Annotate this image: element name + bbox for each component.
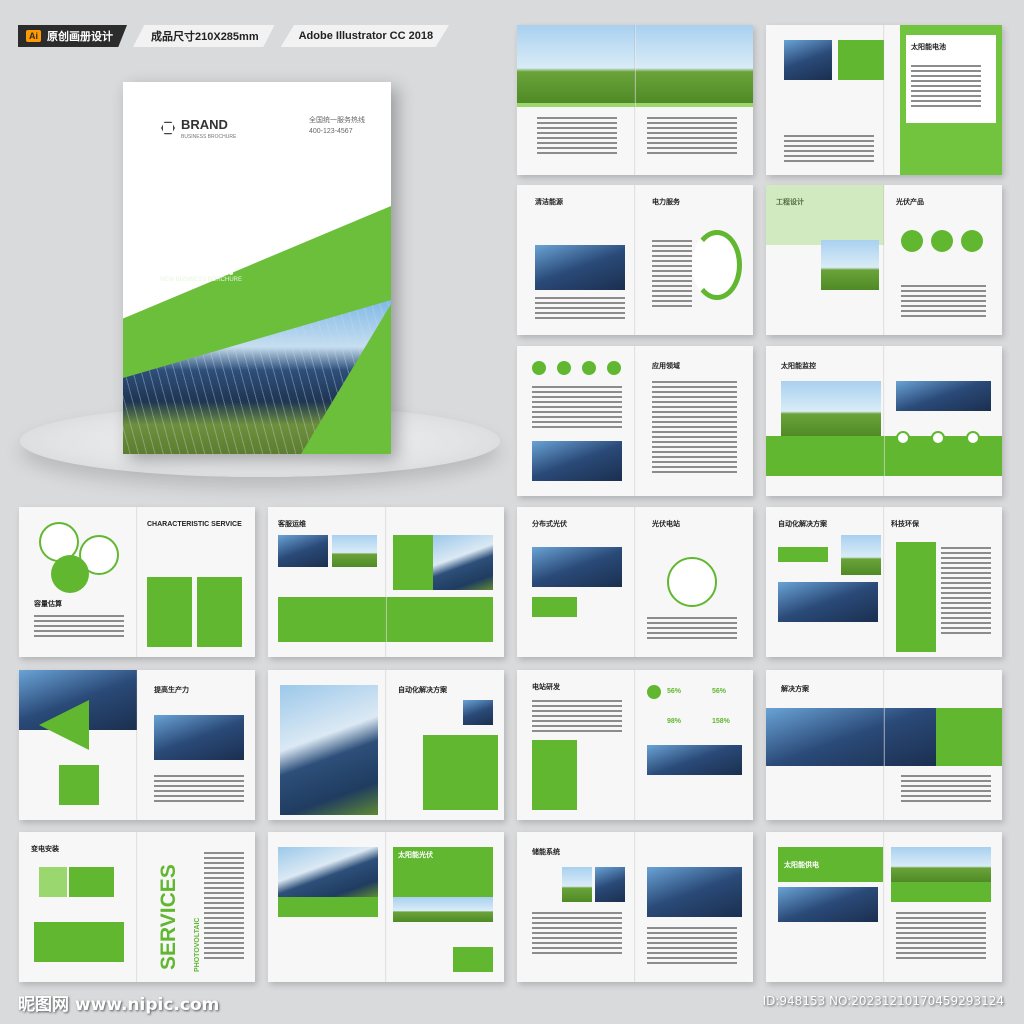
spread-9: 分布式光伏 光伏电站	[517, 507, 753, 657]
spread-14: 解决方案	[766, 670, 1002, 820]
brand-subtitle: BUSINESS BROCHURE	[181, 134, 237, 140]
watermark: 昵图网 www.nipic.com	[18, 995, 220, 1015]
spread-10-title-a: 自动化解决方案	[778, 521, 827, 528]
spread-16: 太阳能光伏	[268, 832, 504, 982]
cover-chinese-title: 新能源画册	[160, 260, 236, 277]
spread-3: 清洁能源 电力服务	[517, 185, 753, 335]
spread-1	[517, 25, 753, 175]
hexagon-logo-icon	[161, 121, 175, 135]
spread-14-title: 解决方案	[781, 686, 809, 693]
spread-16-title: 太阳能光伏	[398, 852, 433, 859]
stat-4: 158%	[712, 718, 730, 725]
cover-english-title: CREATIVE ARTIST NEW BUSINESS BROCHER	[160, 210, 249, 243]
stat-2: 56%	[712, 688, 727, 695]
spread-12: 自动化解决方案	[268, 670, 504, 820]
stat-3: 98%	[667, 718, 682, 725]
spread-4: 工程设计 光伏产品	[766, 185, 1002, 335]
spread-15: 变电安装 SERVICES PHOTOVOLTAIC	[19, 832, 255, 982]
spread-17: 储能系统	[517, 832, 753, 982]
size-tag: 成品尺寸210X285mm	[133, 25, 275, 47]
spread-5-title: 应用领域	[652, 363, 680, 370]
spread-12-title: 自动化解决方案	[398, 687, 447, 694]
spread-6: 太阳能监控	[766, 346, 1002, 496]
spread-9-title-b: 光伏电站	[652, 521, 680, 528]
spread-13-title: 电站研发	[532, 684, 560, 691]
spread-9-title-a: 分布式光伏	[532, 521, 567, 528]
brand-name: BRAND	[181, 117, 228, 132]
image-id: ID:948153 NO:20231210170459293124	[762, 994, 1004, 1008]
spread-2-title: 太阳能电池	[911, 44, 946, 51]
spread-11-title: 提高生产力	[154, 687, 189, 694]
cover-subtitle: NEW BUSINESS BORCHURE	[160, 277, 243, 283]
spread-18: 太阳能供电	[766, 832, 1002, 982]
spread-7-title-a: CHARACTERISTIC SERVICE	[147, 521, 242, 528]
spread-5: 应用领域	[517, 346, 753, 496]
photovoltaic-text: PHOTOVOLTAIC	[194, 917, 201, 972]
spread-8: 客服运维	[268, 507, 504, 657]
spread-3-title-b: 电力服务	[652, 199, 680, 206]
spread-4-title-b: 光伏产品	[896, 199, 924, 206]
stat-1: 56%	[667, 688, 682, 695]
services-text: SERVICES	[157, 864, 180, 970]
spread-17-title: 储能系统	[532, 849, 560, 856]
spread-7: 容量估算 CHARACTERISTIC SERVICE	[19, 507, 255, 657]
spread-18-title: 太阳能供电	[784, 862, 819, 869]
cover-brand: BRAND BUSINESS BROCHURE	[161, 116, 236, 140]
original-design-tag: Ai 原创画册设计	[18, 25, 127, 47]
illustrator-icon: Ai	[26, 30, 41, 42]
top-tag-bar: Ai 原创画册设计 成品尺寸210X285mm Adobe Illustrator…	[18, 25, 450, 47]
spread-10: 自动化解决方案 科技环保	[766, 507, 1002, 657]
hotline: 全国统一服务热线 400-123-4567	[309, 117, 365, 135]
spread-11: 提高生产力	[19, 670, 255, 820]
software-tag: Adobe Illustrator CC 2018	[280, 25, 450, 47]
spread-8-title: 客服运维	[278, 521, 306, 528]
spread-7-title-b: 容量估算	[34, 601, 62, 608]
spread-2: 太阳能电池	[766, 25, 1002, 175]
spread-6-title: 太阳能监控	[781, 363, 816, 370]
spread-13: 电站研发 56% 56% 98% 158%	[517, 670, 753, 820]
spread-15-title: 变电安装	[31, 846, 59, 853]
spread-10-title-b: 科技环保	[891, 521, 919, 528]
brochure-cover: BRAND BUSINESS BROCHURE 全国统一服务热线 400-123-4…	[123, 82, 391, 454]
spread-3-title-a: 清洁能源	[535, 199, 563, 206]
